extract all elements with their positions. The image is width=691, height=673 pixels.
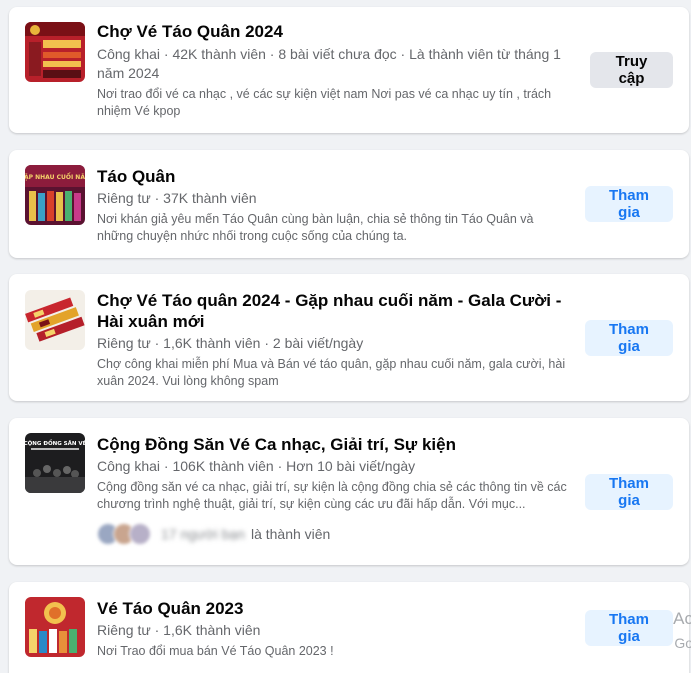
friends-members-row[interactable]: 17 người bạn là thành viên xyxy=(97,523,571,545)
friend-avatars xyxy=(97,523,151,545)
group-card-cong-dong-san-ve[interactable]: CỘNG ĐỒNG SĂN VÉ Cộng Đồng Săn Vé Ca nhạ… xyxy=(9,418,689,565)
thumbnail-logo-text: GẶP NHAU CUỐI NĂM xyxy=(25,173,85,181)
group-description: Nơi khán giả yêu mến Táo Quân cùng bàn l… xyxy=(97,212,534,243)
group-thumbnail[interactable] xyxy=(25,290,85,350)
group-thumbnail[interactable]: CỘNG ĐỒNG SĂN VÉ xyxy=(25,433,85,493)
group-title[interactable]: Táo Quân xyxy=(97,166,571,187)
group-meta: Công khai · 106K thành viên · Hơn 10 bài… xyxy=(97,458,416,474)
join-group-button[interactable]: Tham gia xyxy=(585,186,673,222)
group-meta: Riêng tư · 37K thành viên xyxy=(97,190,257,206)
group-card-cho-ve-tao-quan-gala[interactable]: Chợ Vé Táo quân 2024 - Gặp nhau cuối năm… xyxy=(9,274,689,401)
group-description: Nơi Trao đổi mua bán Vé Táo Quân 2023 ! xyxy=(97,644,334,658)
group-description: Cộng đồng săn vé ca nhạc, giải trí, sự k… xyxy=(97,480,567,511)
visit-group-button[interactable]: Truy cập xyxy=(590,52,673,88)
group-card-ve-tao-quan-2023[interactable]: Vé Táo Quân 2023 Riêng tư · 1,6K thành v… xyxy=(9,582,689,673)
group-meta: Công khai · 42K thành viên · 8 bài viết … xyxy=(97,46,561,81)
group-description: Nơi trao đổi vé ca nhạc , vé các sự kiện… xyxy=(97,87,552,118)
friend-count-blurred: 17 người bạn xyxy=(161,526,245,542)
offscreen-text-1: Ac xyxy=(673,609,691,628)
group-thumbnail[interactable] xyxy=(25,597,85,657)
group-meta: Riêng tư · 1,6K thành viên · 2 bài viết/… xyxy=(97,335,364,351)
group-title[interactable]: Chợ Vé Táo quân 2024 - Gặp nhau cuối năm… xyxy=(97,290,571,332)
group-description: Chợ công khai miễn phí Mua và Bán vé táo… xyxy=(97,357,566,388)
member-suffix: là thành viên xyxy=(250,526,331,542)
group-title[interactable]: Chợ Vé Táo Quân 2024 xyxy=(97,21,571,42)
group-card-cho-ve-tao-quan-2024[interactable]: Chợ Vé Táo Quân 2024 Công khai · 42K thà… xyxy=(9,7,689,133)
join-group-button[interactable]: Tham gia xyxy=(585,610,673,646)
group-card-tao-quan[interactable]: GẶP NHAU CUỐI NĂM Táo Quân Riêng tư · 37… xyxy=(9,150,689,258)
group-title[interactable]: Vé Táo Quân 2023 xyxy=(97,598,571,619)
offscreen-text-2: Go xyxy=(674,635,691,651)
group-thumbnail[interactable] xyxy=(25,22,85,82)
group-thumbnail[interactable]: GẶP NHAU CUỐI NĂM xyxy=(25,165,85,225)
group-meta: Riêng tư · 1,6K thành viên xyxy=(97,622,261,638)
avatar xyxy=(129,523,151,545)
group-title[interactable]: Cộng Đồng Săn Vé Ca nhạc, Giải trí, Sự k… xyxy=(97,434,571,455)
join-group-button[interactable]: Tham gia xyxy=(585,320,673,356)
join-group-button[interactable]: Tham gia xyxy=(585,474,673,510)
